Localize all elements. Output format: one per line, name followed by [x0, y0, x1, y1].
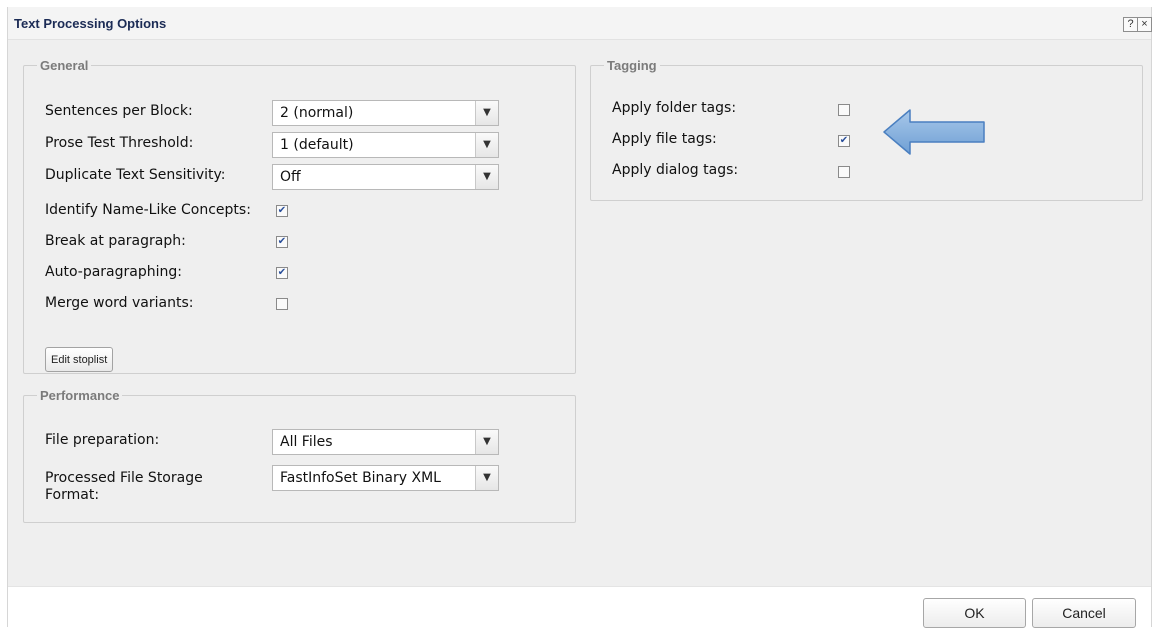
identify-name-like-concepts-checkbox[interactable]: ✔	[276, 205, 288, 217]
performance-legend: Performance	[40, 388, 120, 403]
close-button[interactable]: ×	[1137, 17, 1152, 32]
left-arrow-icon	[883, 109, 985, 155]
dialog-title: Text Processing Options	[14, 16, 167, 31]
break-at-paragraph-checkbox[interactable]: ✔	[276, 236, 288, 248]
duplicate-text-sensitivity-select[interactable]: Off ▼	[272, 164, 499, 190]
tagging-legend: Tagging	[607, 58, 657, 73]
identify-name-like-concepts-label: Identify Name-Like Concepts:	[45, 202, 251, 218]
tagging-group: Tagging Apply folder tags: Apply file ta…	[590, 58, 1143, 201]
duplicate-text-sensitivity-label: Duplicate Text Sensitivity:	[45, 167, 226, 183]
duplicate-text-sensitivity-value: Off	[280, 169, 301, 185]
file-preparation-select[interactable]: All Files ▼	[272, 429, 499, 455]
chevron-down-icon[interactable]: ▼	[475, 165, 498, 189]
merge-word-variants-checkbox[interactable]	[276, 298, 288, 310]
apply-folder-tags-label: Apply folder tags:	[612, 100, 737, 116]
file-preparation-label: File preparation:	[45, 432, 160, 448]
storage-format-select[interactable]: FastInfoSet Binary XML ▼	[272, 465, 499, 491]
cancel-button[interactable]: Cancel	[1032, 598, 1136, 628]
sentences-per-block-value: 2 (normal)	[280, 105, 354, 121]
auto-paragraphing-label: Auto-paragraphing:	[45, 264, 182, 280]
sentences-per-block-select[interactable]: 2 (normal) ▼	[272, 100, 499, 126]
apply-dialog-tags-checkbox[interactable]	[838, 166, 850, 178]
storage-format-label-line2: Format:	[45, 487, 100, 503]
apply-file-tags-label: Apply file tags:	[612, 131, 717, 147]
prose-test-threshold-label: Prose Test Threshold:	[45, 135, 194, 151]
apply-dialog-tags-label: Apply dialog tags:	[612, 162, 739, 178]
dialog-footer: OK Cancel	[8, 586, 1151, 628]
prose-test-threshold-select[interactable]: 1 (default) ▼	[272, 132, 499, 158]
apply-folder-tags-checkbox[interactable]	[838, 104, 850, 116]
help-button[interactable]: ?	[1123, 17, 1138, 32]
break-at-paragraph-label: Break at paragraph:	[45, 233, 186, 249]
storage-format-label-line1: Processed File Storage	[45, 470, 203, 486]
chevron-down-icon[interactable]: ▼	[475, 133, 498, 157]
chevron-down-icon[interactable]: ▼	[475, 430, 498, 454]
ok-button[interactable]: OK	[923, 598, 1026, 628]
storage-format-value: FastInfoSet Binary XML	[280, 470, 441, 486]
performance-group: Performance File preparation: All Files …	[23, 388, 576, 523]
auto-paragraphing-checkbox[interactable]: ✔	[276, 267, 288, 279]
chevron-down-icon[interactable]: ▼	[475, 466, 498, 490]
edit-stoplist-button[interactable]: Edit stoplist	[45, 347, 114, 372]
file-preparation-value: All Files	[280, 434, 333, 450]
sentences-per-block-label: Sentences per Block:	[45, 103, 193, 119]
general-group: General Sentences per Block: 2 (normal) …	[23, 58, 576, 374]
chevron-down-icon[interactable]: ▼	[475, 101, 498, 125]
merge-word-variants-label: Merge word variants:	[45, 295, 194, 311]
dialog-titlebar: Text Processing Options ? ×	[8, 7, 1152, 40]
general-legend: General	[40, 58, 89, 73]
prose-test-threshold-value: 1 (default)	[280, 137, 354, 153]
text-processing-dialog: Text Processing Options ? × General Sent…	[7, 7, 1152, 628]
apply-file-tags-checkbox[interactable]: ✔	[838, 135, 850, 147]
